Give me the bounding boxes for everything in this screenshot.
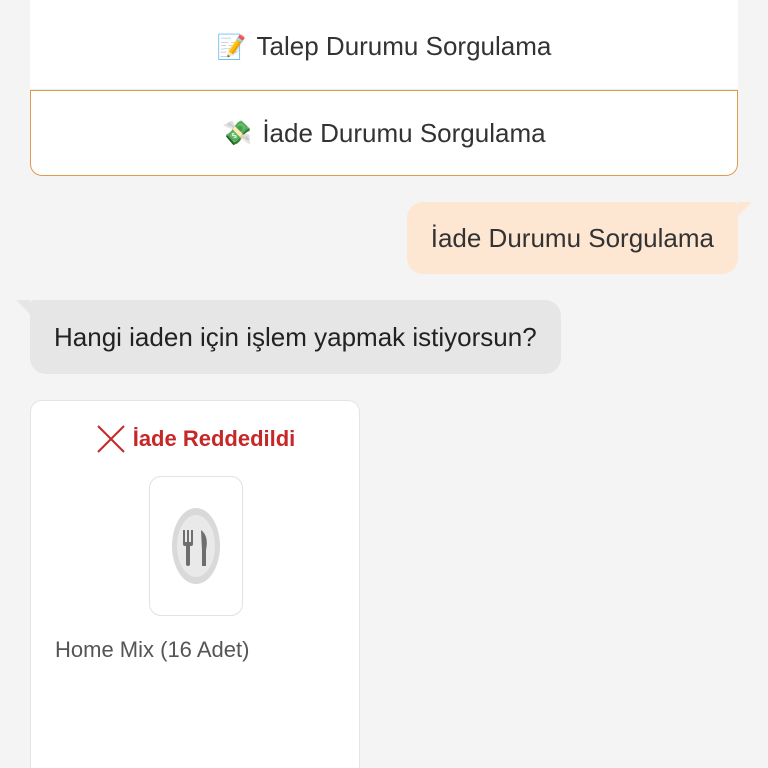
money-flying-icon: 💸	[222, 119, 253, 147]
close-x-icon	[96, 425, 125, 453]
plate-cutlery-icon	[172, 508, 220, 584]
option-label: İade Durumu Sorgulama	[262, 117, 546, 148]
option-iade-durumu[interactable]: 💸 İade Durumu Sorgulama	[30, 90, 738, 176]
option-label: Talep Durumu Sorgulama	[256, 31, 552, 61]
user-message-text: İade Durumu Sorgulama	[430, 222, 714, 253]
product-name: Home Mix (16 Adet)	[55, 637, 250, 662]
user-message-bubble: İade Durumu Sorgulama	[406, 202, 753, 274]
chat-screen: 📝 Talep Durumu Sorgulama 💸 İade Durumu S…	[0, 0, 768, 768]
return-item-card[interactable]: İade Reddedildi Home Mix (16 Adet)	[30, 400, 360, 768]
quick-reply-options: 📝 Talep Durumu Sorgulama 💸 İade Durumu S…	[30, 0, 738, 176]
bot-message-text: Hangi iaden için işlem yapmak istiyorsun…	[54, 321, 537, 352]
product-image	[149, 476, 243, 616]
return-status: İade Reddedildi	[31, 423, 359, 455]
bot-message-bubble: Hangi iaden için işlem yapmak istiyorsun…	[16, 300, 561, 374]
option-talep-durumu[interactable]: 📝 Talep Durumu Sorgulama	[30, 0, 738, 90]
status-label: İade Reddedildi	[132, 426, 296, 451]
memo-icon: 📝	[216, 32, 247, 61]
